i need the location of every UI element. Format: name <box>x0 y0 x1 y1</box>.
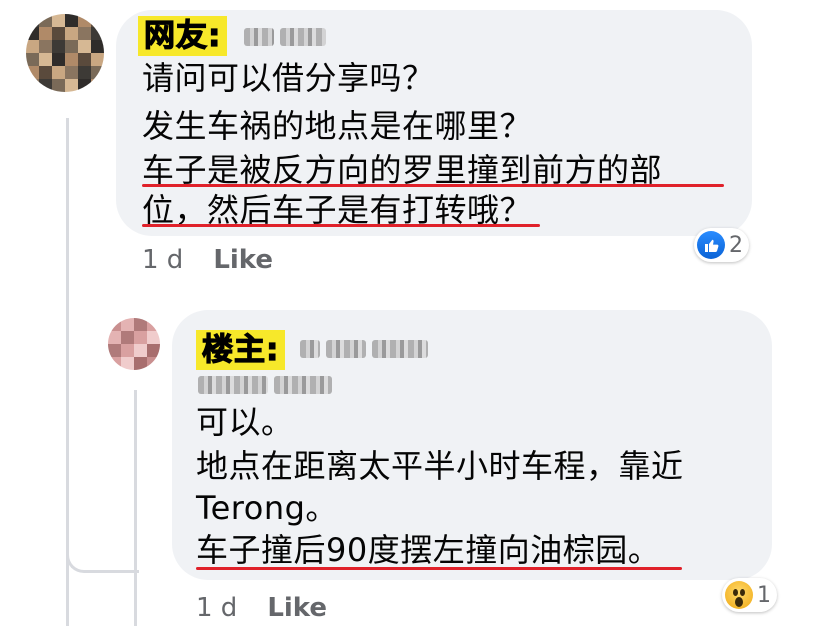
red-underline <box>142 224 540 227</box>
comment-line: 发生车祸的地点是在哪里？ <box>142 107 533 145</box>
red-underline <box>142 184 724 187</box>
comment-meta: 1 d Like <box>142 244 273 276</box>
like-button[interactable]: Like <box>213 245 273 275</box>
like-button[interactable]: Like <box>267 593 327 623</box>
comment-line: 地点在距离太平半小时车程，靠近 <box>196 447 684 485</box>
timestamp[interactable]: 1 d <box>142 245 183 275</box>
reply-thread-line <box>134 390 137 626</box>
reaction-badge[interactable]: 1 <box>722 578 777 612</box>
timestamp[interactable]: 1 d <box>196 593 237 623</box>
reaction-count: 1 <box>757 582 771 608</box>
avatar[interactable] <box>26 14 104 92</box>
blurred-author-name[interactable] <box>244 28 326 46</box>
blurred-author-name[interactable] <box>198 376 332 394</box>
author-tag: 楼主: <box>196 330 286 370</box>
reply-connector <box>66 520 139 573</box>
comment-line: Terong。 <box>196 489 338 527</box>
like-icon <box>697 231 725 259</box>
comment-line: 车子撞后90度摆左撞向油棕园。 <box>196 531 661 569</box>
red-underline <box>196 567 682 570</box>
comment-line: 请问可以借分享吗？ <box>142 59 435 97</box>
reaction-badge[interactable]: 2 <box>694 228 749 262</box>
comment-line: 可以。 <box>196 403 294 441</box>
wow-icon <box>725 581 753 609</box>
reaction-count: 2 <box>729 232 743 258</box>
avatar[interactable] <box>108 318 160 370</box>
comment-meta: 1 d Like <box>196 592 327 624</box>
blurred-author-name[interactable] <box>300 340 428 358</box>
author-tag: 网友: <box>138 16 228 56</box>
